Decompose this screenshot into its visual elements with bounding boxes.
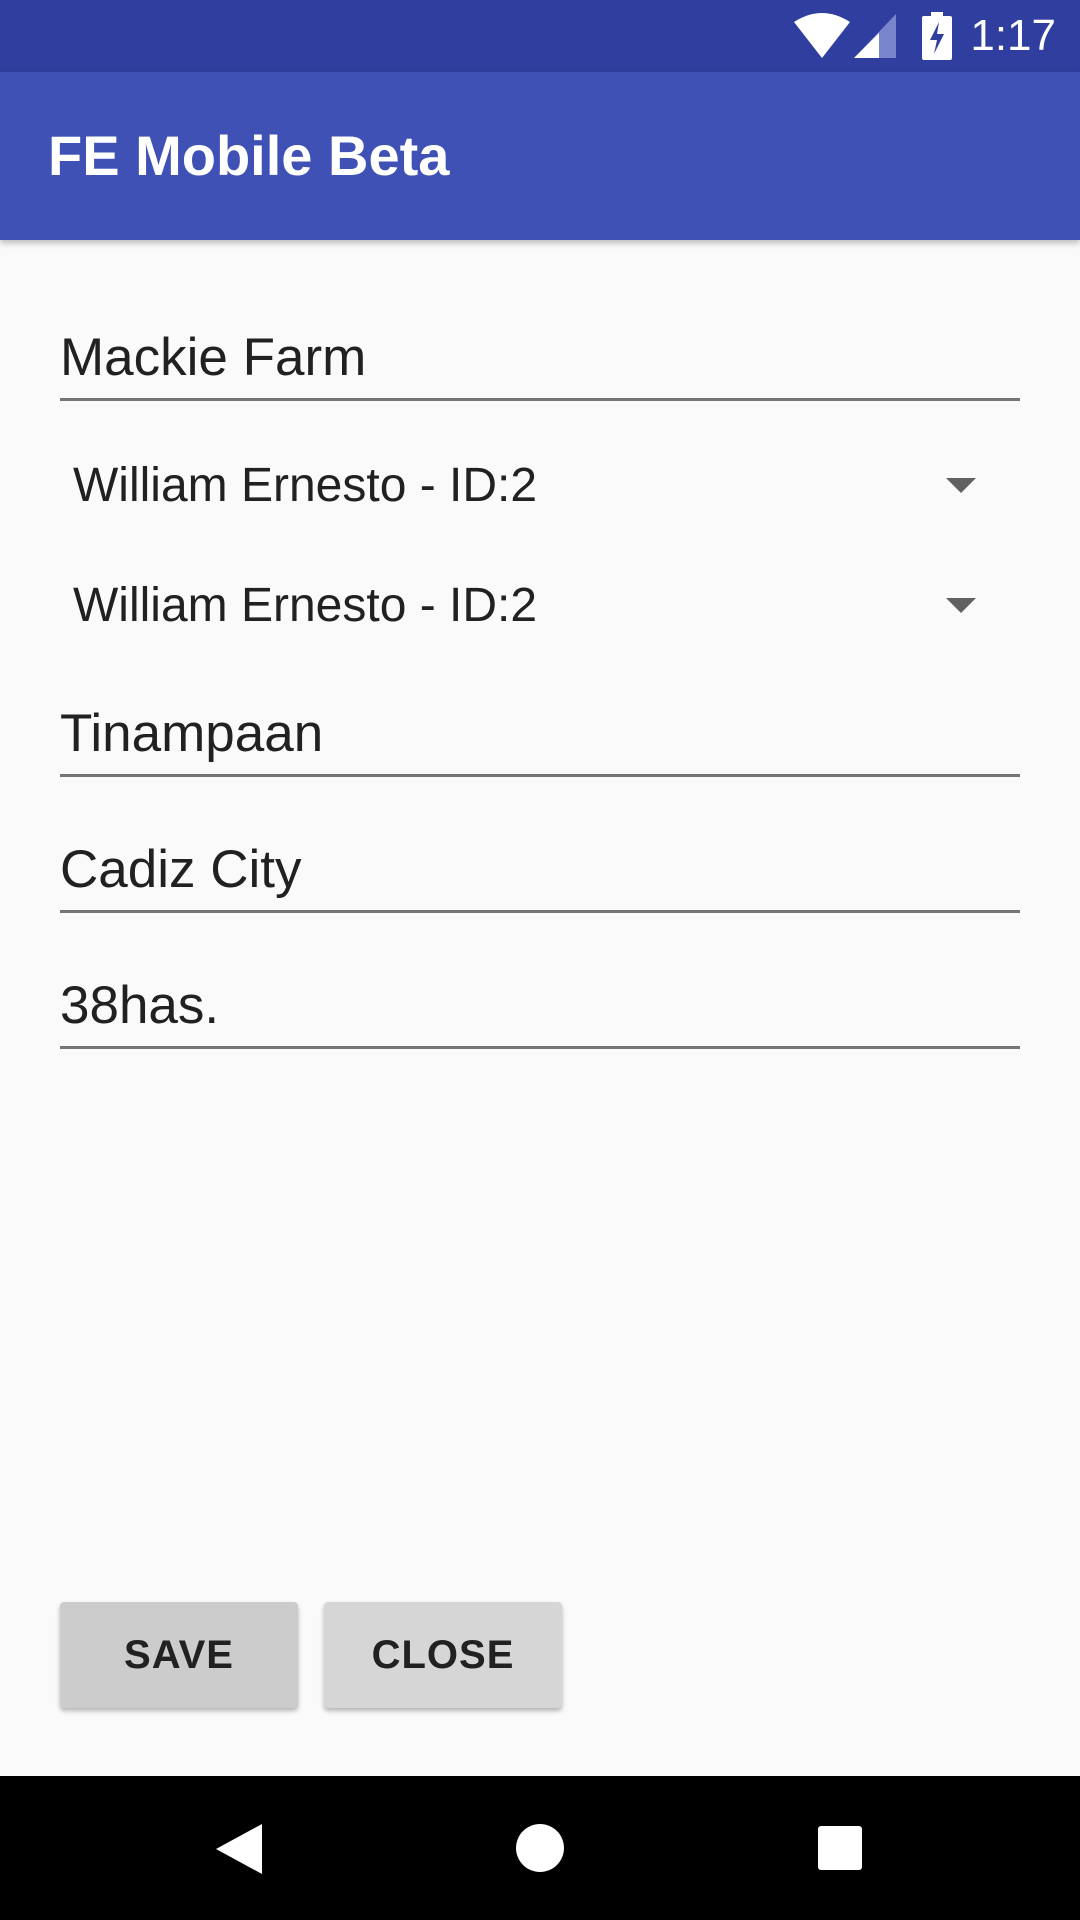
status-time: 1:17 (970, 11, 1056, 60)
cell-signal-icon (854, 14, 896, 58)
farm-name-field[interactable]: Mackie Farm (60, 328, 1020, 401)
city-field[interactable]: Cadiz City (60, 840, 1020, 913)
close-button[interactable]: CLOSE (324, 1602, 562, 1708)
owner-spinner[interactable]: William Ernesto - ID:2 (60, 436, 1000, 536)
app-title: FE Mobile Beta (48, 124, 450, 187)
city-value: Cadiz City (60, 840, 302, 899)
app-bar: FE Mobile Beta (0, 72, 1080, 240)
navigation-bar (0, 1776, 1080, 1920)
recents-icon[interactable] (818, 1826, 862, 1870)
status-bar: 1:17 (0, 0, 1080, 72)
battery-charging-icon (922, 12, 952, 60)
dropdown-arrow-icon (946, 598, 976, 613)
barangay-field[interactable]: Tinampaan (60, 704, 1020, 777)
wifi-icon (794, 13, 850, 58)
farm-name-value: Mackie Farm (60, 328, 367, 387)
owner-spinner-value: William Ernesto - ID:2 (73, 459, 538, 512)
back-icon[interactable] (216, 1824, 262, 1874)
area-value: 38has. (60, 976, 220, 1035)
manager-spinner-value: William Ernesto - ID:2 (73, 579, 538, 632)
save-button[interactable]: SAVE (60, 1602, 298, 1708)
dropdown-arrow-icon (946, 478, 976, 493)
manager-spinner[interactable]: William Ernesto - ID:2 (60, 556, 1000, 656)
home-icon[interactable] (516, 1824, 564, 1872)
area-field[interactable]: 38has. (60, 976, 1020, 1049)
barangay-value: Tinampaan (60, 704, 324, 763)
